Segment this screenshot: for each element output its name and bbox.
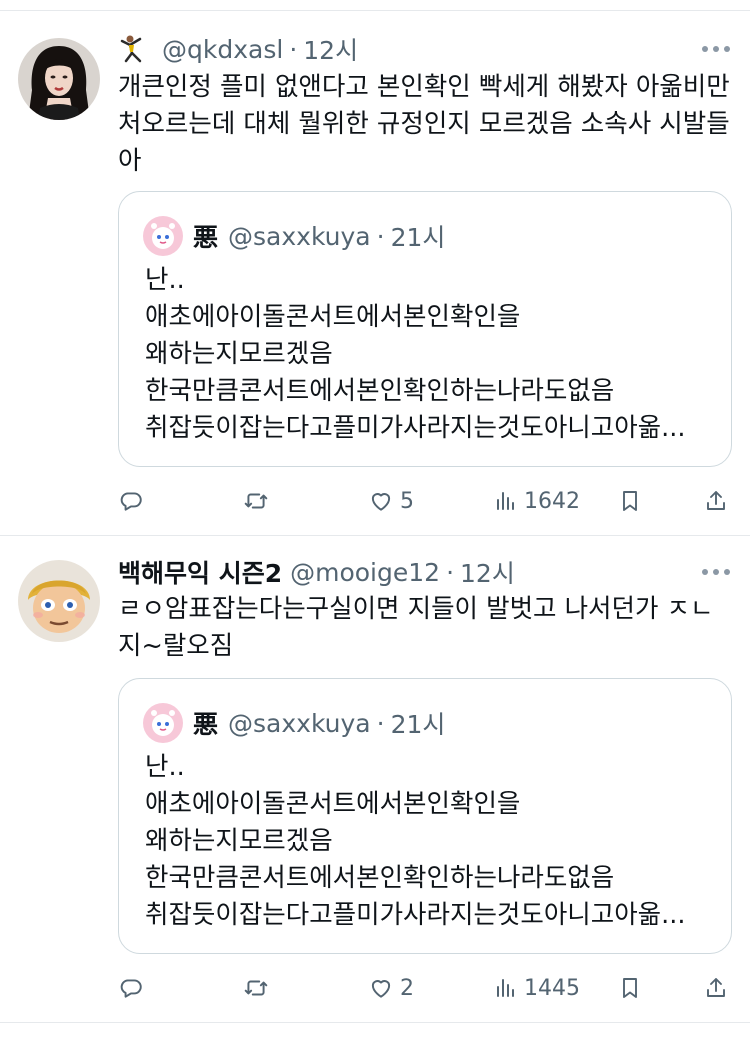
quote-line: 난.. — [145, 265, 185, 295]
retweet-icon — [244, 493, 268, 509]
quote-line: 취잡듯이잡는다고플미가사라지는것도아니고아옮... — [145, 413, 686, 443]
tweet[interactable]: @qkdxasl · 12시 개큰인정 플미 없앤다고 본인확인 빡세게 해봤자… — [0, 0, 750, 535]
quote-line: 애초에아이돌콘서트에서본인확인을 — [145, 302, 521, 332]
reply-button[interactable] — [118, 481, 150, 521]
tweet-text: ㄹㅇ암표잡는다는구실이면 지들이 발벗고 나서던가 ㅈㄴ 지~랄오짐 — [118, 594, 714, 661]
tweet-author-name[interactable]: 백해무익 시즌2 — [118, 554, 282, 590]
quote-handle: @saxxkuya — [228, 708, 371, 738]
views-count: 1642 — [524, 488, 580, 514]
tweet-actions: 5 1642 — [118, 481, 730, 521]
share-button[interactable] — [704, 968, 728, 1008]
like-button[interactable]: 2 — [368, 968, 414, 1008]
bookmark-button[interactable] — [618, 481, 642, 521]
quote-author-name: 悪 — [193, 710, 219, 739]
tweet-handle[interactable]: @mooige12 — [290, 558, 440, 587]
separator-dot: · — [446, 557, 455, 587]
quote-avatar — [143, 216, 183, 256]
heart-icon — [371, 493, 391, 511]
tweet-actions: 2 1445 — [118, 968, 730, 1008]
quote-header: 悪 @saxxkuya · 21시 — [143, 703, 445, 743]
quote-line: 애초에아이돌콘서트에서본인확인을 — [145, 789, 521, 819]
tweet-header: 백해무익 시즌2 @mooige12 · 12시 — [118, 554, 730, 590]
views-button[interactable]: 1642 — [494, 481, 580, 521]
retweet-button[interactable] — [242, 968, 276, 1008]
views-count: 1445 — [524, 975, 580, 1001]
share-icon — [707, 491, 725, 510]
quote-author-name: 悪 — [193, 223, 219, 252]
quote-text: 난.. 애초에아이돌콘서트에서본인확인을 왜하는지모르겠음 한국만큼콘서트에서본… — [145, 262, 707, 447]
reply-icon — [120, 979, 142, 998]
quote-line: 왜하는지모르겠음 — [145, 339, 333, 369]
quote-tweet[interactable]: 悪 @saxxkuya · 21시 난.. 애초에아이돌콘서트에서본인확인을 왜… — [118, 678, 732, 954]
reply-button[interactable] — [118, 968, 150, 1008]
share-button[interactable] — [704, 481, 728, 521]
separator-dot: · — [289, 34, 298, 64]
quote-line: 취잡듯이잡는다고플미가사라지는것도아니고아옮... — [145, 900, 686, 930]
quote-line: 한국만큼콘서트에서본인확인하는나라도없음 — [145, 863, 615, 893]
retweet-button[interactable] — [242, 481, 276, 521]
tweet[interactable]: 백해무익 시즌2 @mooige12 · 12시 ㄹㅇ암표잡는다는구실이면 지들… — [0, 536, 750, 1024]
tweet-time[interactable]: 12시 — [303, 31, 358, 67]
tweet-handle[interactable]: @qkdxasl — [162, 35, 283, 64]
tweet-text: 개큰인정 플미 없앤다고 본인확인 빡세게 해봤자 아옮비만 처오르는데 대체 … — [118, 72, 730, 176]
like-count: 5 — [400, 488, 414, 514]
quote-time: 21시 — [390, 710, 446, 739]
retweet-icon — [244, 980, 268, 996]
reply-icon — [120, 492, 142, 511]
quote-tweet[interactable]: 悪 @saxxkuya · 21시 난.. 애초에아이돌콘서트에서본인확인을 왜… — [118, 191, 732, 467]
like-count: 2 — [400, 975, 414, 1001]
quote-time: 21시 — [390, 223, 446, 252]
views-button[interactable]: 1445 — [494, 968, 580, 1008]
bookmark-icon — [623, 978, 637, 998]
figure-gymnast-icon — [118, 33, 150, 65]
views-chart-icon — [497, 492, 514, 510]
avatar[interactable] — [18, 560, 100, 642]
quote-line: 난.. — [145, 752, 185, 782]
views-chart-icon — [497, 979, 514, 997]
bookmark-button[interactable] — [618, 968, 642, 1008]
avatar[interactable] — [18, 38, 100, 120]
heart-icon — [371, 980, 391, 998]
separator-dot: · — [376, 708, 385, 738]
quote-line: 왜하는지모르겠음 — [145, 826, 333, 856]
quote-line: 한국만큼콘서트에서본인확인하는나라도없음 — [145, 376, 615, 406]
tweet-divider — [0, 1022, 750, 1023]
quote-avatar — [143, 703, 183, 743]
more-options-icon[interactable] — [702, 46, 730, 52]
tweet-header: @qkdxasl · 12시 — [118, 31, 730, 67]
quote-header: 悪 @saxxkuya · 21시 — [143, 216, 445, 256]
share-icon — [707, 978, 725, 997]
separator-dot: · — [376, 221, 385, 251]
quote-handle: @saxxkuya — [228, 221, 371, 251]
bookmark-icon — [623, 491, 637, 511]
like-button[interactable]: 5 — [368, 481, 414, 521]
tweet-time[interactable]: 12시 — [460, 554, 515, 590]
more-options-icon[interactable] — [702, 569, 730, 575]
quote-text: 난.. 애초에아이돌콘서트에서본인확인을 왜하는지모르겠음 한국만큼콘서트에서본… — [145, 749, 707, 934]
